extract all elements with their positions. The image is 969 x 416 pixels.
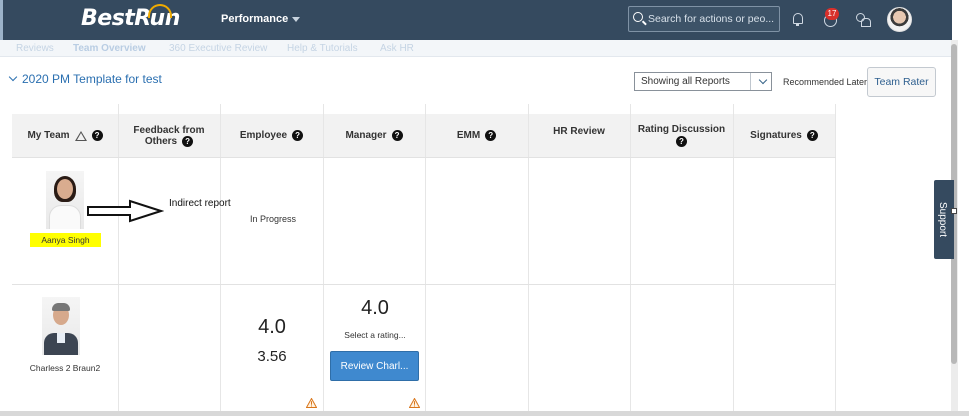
people-icon[interactable] bbox=[855, 12, 871, 27]
help-icon[interactable]: ? bbox=[91, 130, 103, 141]
notification-badge: 17 bbox=[825, 8, 839, 20]
column-header-manager[interactable]: Manager ? bbox=[323, 114, 425, 157]
chevron-down-icon bbox=[8, 72, 18, 82]
column-header-signatures[interactable]: Signatures ? bbox=[733, 114, 835, 157]
subnav-item-help[interactable]: Help & Tutorials bbox=[287, 43, 358, 54]
employee-name-link[interactable]: Charless 2 Braun2 bbox=[20, 363, 110, 373]
app: BestRun Performance 17 Reviews Team Over… bbox=[0, 0, 969, 416]
review-button[interactable]: Review Charl... bbox=[330, 351, 419, 381]
team-rater-button[interactable]: Team Rater bbox=[867, 67, 936, 97]
warning-icon[interactable] bbox=[409, 398, 420, 408]
column-header-label: Manager bbox=[345, 130, 387, 141]
column-header-label: Rating Discussion bbox=[637, 124, 726, 135]
subnav-item-reviews[interactable]: Reviews bbox=[16, 43, 54, 54]
help-icon[interactable]: ? bbox=[182, 135, 194, 147]
template-title[interactable]: 2020 PM Template for test bbox=[8, 72, 162, 86]
help-icon[interactable]: ? bbox=[292, 130, 304, 141]
column-header-label: Others bbox=[144, 135, 178, 147]
select-divider bbox=[750, 73, 751, 90]
annotation-arrow-icon bbox=[87, 199, 164, 223]
indirect-report-annotation: Indirect report bbox=[169, 198, 231, 209]
search-icon bbox=[633, 12, 643, 22]
subnav-item-ask-hr[interactable]: Ask HR bbox=[380, 43, 414, 54]
column-header-label: Feedback from bbox=[133, 124, 205, 136]
employee-photo[interactable] bbox=[42, 297, 80, 355]
sort-icon[interactable] bbox=[74, 130, 87, 141]
column-header-label: Signatures bbox=[750, 130, 802, 141]
employee-photo[interactable] bbox=[46, 171, 84, 229]
column-header-emm[interactable]: EMM ? bbox=[425, 114, 528, 157]
help-icon[interactable]: ? bbox=[485, 130, 497, 141]
module-label: Performance bbox=[221, 13, 289, 25]
employee-name-link[interactable]: Aanya Singh bbox=[30, 233, 101, 247]
row-divider bbox=[12, 157, 836, 158]
employee-score: 4.0 bbox=[258, 316, 286, 338]
column-header-label: Employee bbox=[239, 130, 288, 141]
manager-score: 4.0 bbox=[361, 297, 389, 319]
help-icon[interactable]: ? bbox=[806, 130, 818, 141]
column-header-label: My Team bbox=[27, 130, 70, 141]
support-tab[interactable]: Support bbox=[934, 180, 957, 259]
column-header-employee[interactable]: Employee ? bbox=[220, 114, 323, 157]
user-avatar[interactable] bbox=[887, 7, 912, 32]
column-divider bbox=[835, 104, 836, 416]
subnav-item-team-overview[interactable]: Team Overview bbox=[73, 43, 146, 54]
photo-face bbox=[57, 179, 73, 199]
manager-rating-prompt[interactable]: Select a rating... bbox=[324, 330, 426, 340]
bottom-scrollbar[interactable] bbox=[0, 411, 969, 416]
subnav-item-360-review[interactable]: 360 Executive Review bbox=[169, 43, 267, 54]
report-filter-value: Showing all Reports bbox=[641, 76, 730, 87]
template-title-text: 2020 PM Template for test bbox=[22, 72, 162, 86]
column-header-label: EMM bbox=[456, 130, 481, 141]
chevron-down-icon bbox=[292, 16, 301, 22]
bell-icon[interactable] bbox=[791, 12, 805, 26]
column-header-label: HR Review bbox=[553, 126, 605, 137]
column-header-feedback[interactable]: Feedback from Others? bbox=[118, 114, 220, 157]
report-filter-select[interactable]: Showing all Reports bbox=[634, 72, 772, 91]
shell-bar: BestRun Performance 17 bbox=[0, 0, 952, 40]
search-box[interactable] bbox=[628, 6, 780, 32]
recommended-later-label: Recommended Later bbox=[783, 77, 868, 87]
dropdown-icon bbox=[758, 75, 768, 85]
photo-hair bbox=[52, 303, 70, 311]
help-icon[interactable]: ? bbox=[391, 130, 403, 141]
module-menu[interactable]: Performance bbox=[221, 13, 301, 25]
photo-collar bbox=[57, 333, 65, 343]
column-header-hr-review[interactable]: HR Review bbox=[528, 114, 630, 157]
column-header-my-team[interactable]: My Team ? bbox=[12, 114, 118, 157]
employee-status: In Progress bbox=[250, 214, 297, 224]
subnav: Reviews Team Overview 360 Executive Revi… bbox=[0, 40, 952, 57]
support-tab-label: Support bbox=[937, 202, 948, 238]
column-header-rating-discussion[interactable]: Rating Discussion ? bbox=[630, 114, 733, 157]
warning-icon[interactable] bbox=[306, 398, 317, 408]
employee-score-detail: 3.56 bbox=[257, 348, 287, 365]
photo-body bbox=[49, 205, 81, 229]
help-icon[interactable]: ? bbox=[676, 136, 687, 147]
row-divider bbox=[12, 284, 836, 285]
search-input[interactable] bbox=[648, 11, 778, 27]
